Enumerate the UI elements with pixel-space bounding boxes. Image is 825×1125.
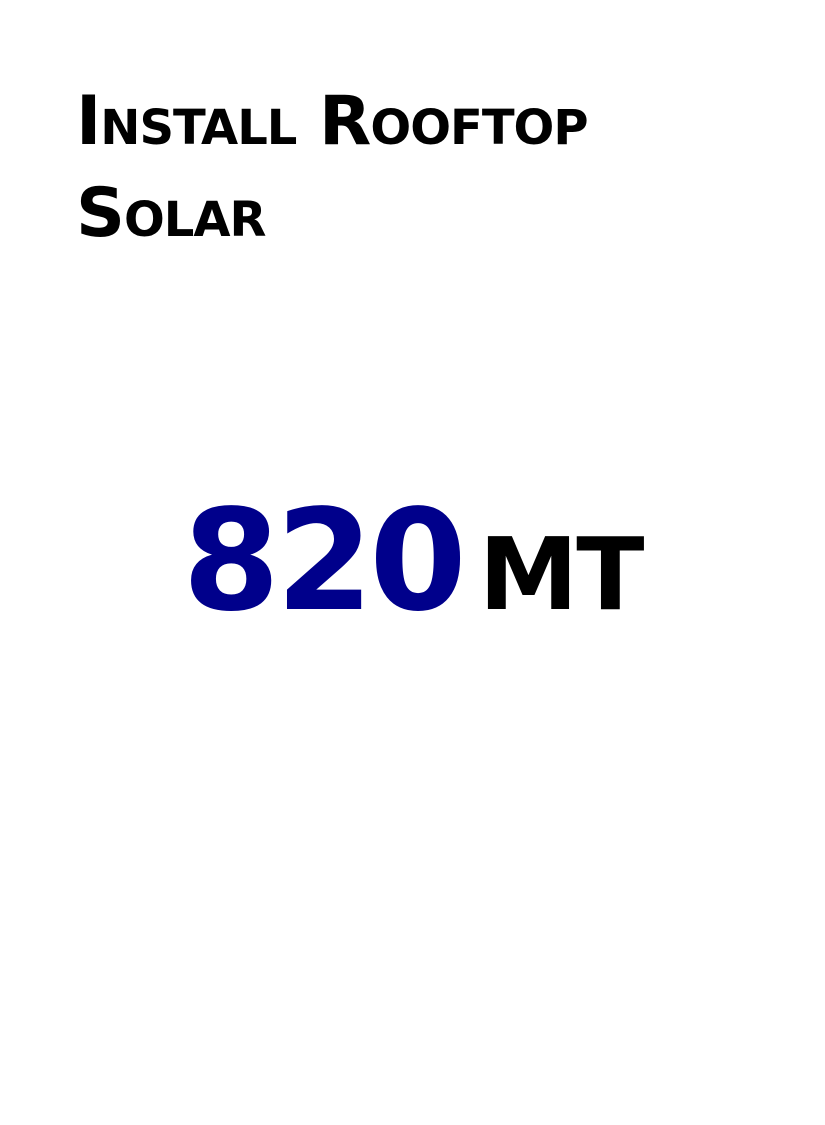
headline: Install Rooftop Solar bbox=[76, 82, 589, 253]
stat-display: 820 MT bbox=[0, 480, 825, 643]
stat-unit: MT bbox=[478, 516, 645, 633]
stat-value: 820 bbox=[182, 480, 467, 643]
